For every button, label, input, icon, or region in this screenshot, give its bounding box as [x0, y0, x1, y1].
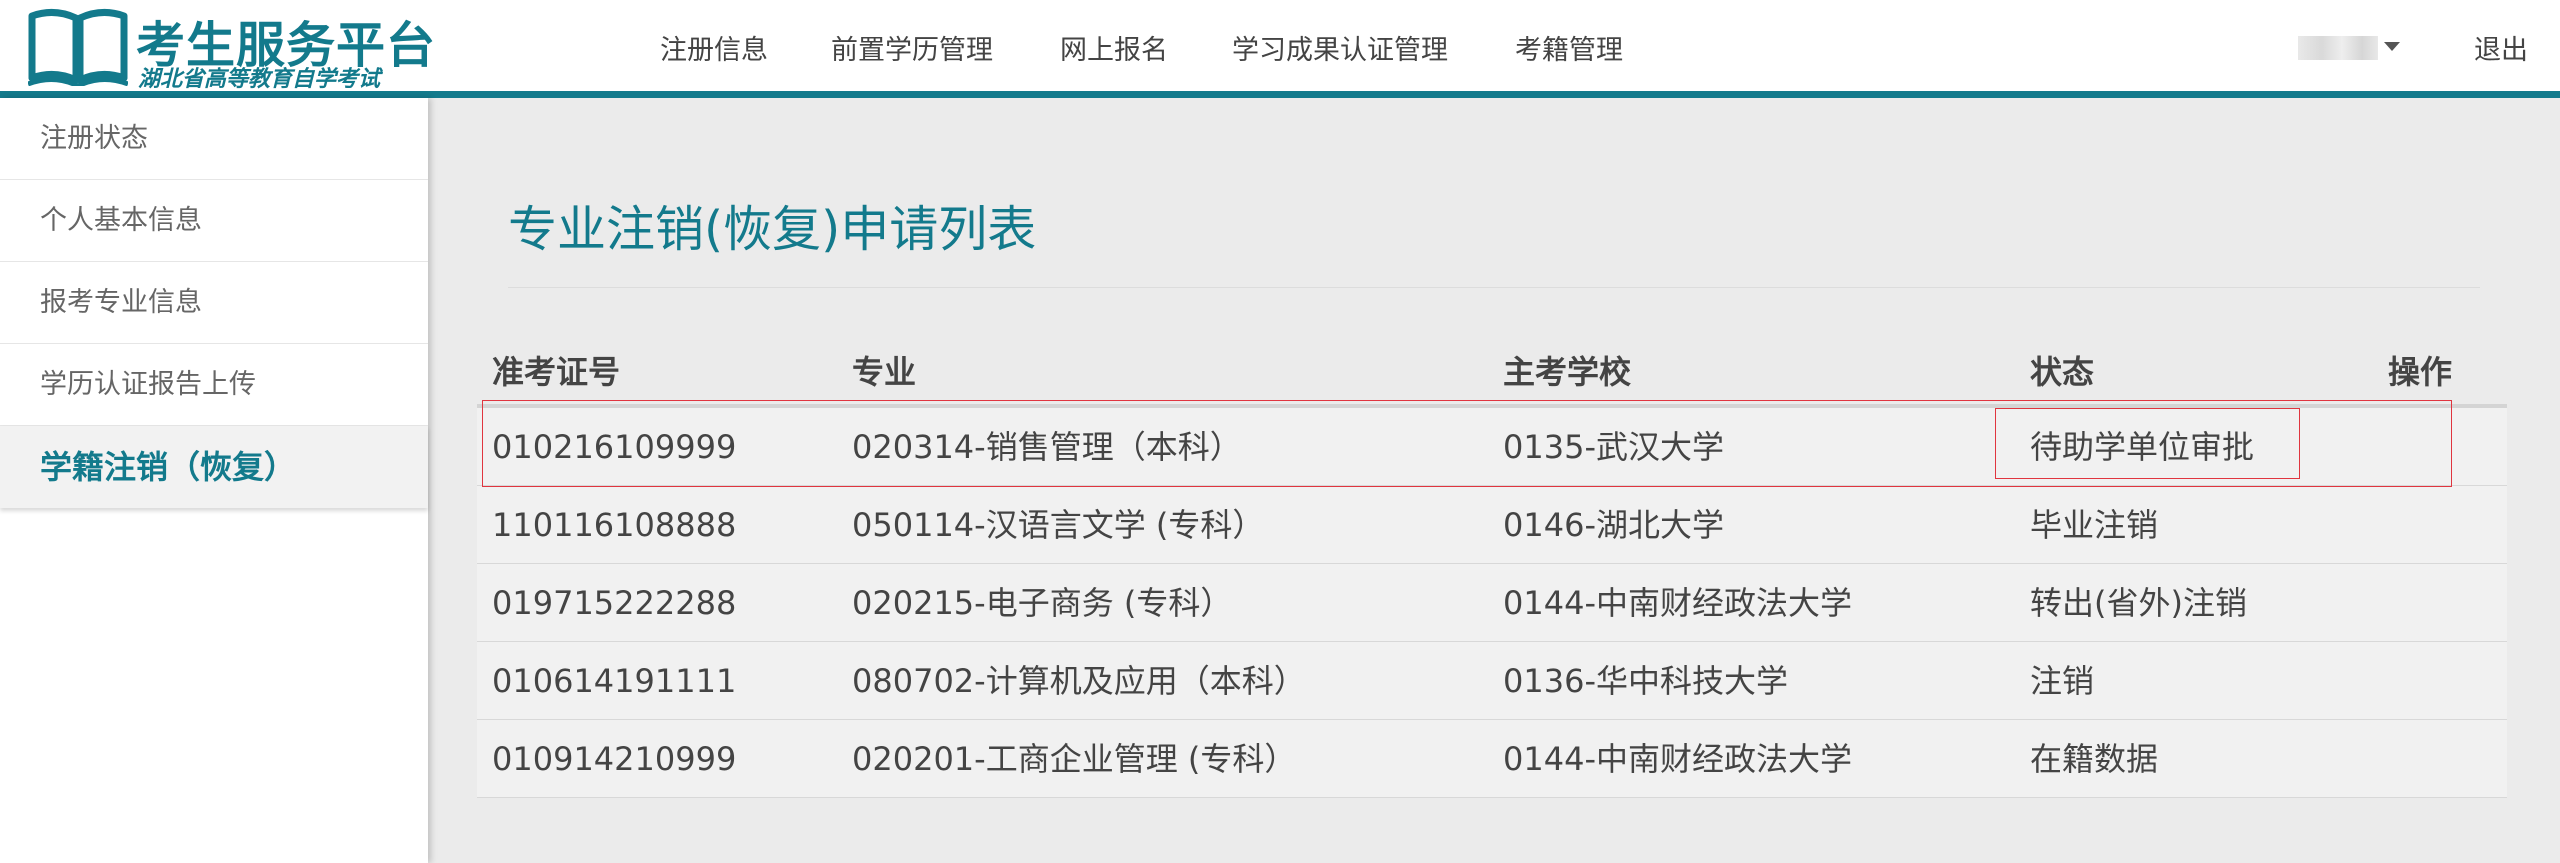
open-book-icon	[28, 9, 128, 86]
chevron-down-icon	[2384, 42, 2400, 51]
cell-major: 080702-计算机及应用（本科）	[852, 662, 1306, 700]
cell-status: 注销	[2030, 662, 2095, 700]
cell-school: 0146-湖北大学	[1503, 506, 1724, 544]
cell-status: 在籍数据	[2030, 740, 2159, 778]
cell-school: 0144-中南财经政法大学	[1503, 584, 1852, 622]
cell-major: 020201-工商企业管理 (专科）	[852, 740, 1297, 778]
table-row[interactable]: 010216109999 020314-销售管理（本科） 0135-武汉大学 待…	[477, 408, 2507, 486]
sidebar-item-personal-info[interactable]: 个人基本信息	[0, 180, 428, 262]
cell-major: 020314-销售管理（本科）	[852, 428, 1242, 466]
cell-status: 毕业注销	[2030, 506, 2159, 544]
sidebar-item-record-cancellation[interactable]: 学籍注销（恢复）	[0, 426, 428, 508]
nav-student-record[interactable]: 考籍管理	[1515, 28, 1623, 67]
cell-school: 0144-中南财经政法大学	[1503, 740, 1852, 778]
cell-school: 0135-武汉大学	[1503, 428, 1724, 466]
cell-ticket: 019715222288	[492, 584, 737, 622]
table-row[interactable]: 019715222288 020215-电子商务 (专科） 0144-中南财经政…	[477, 564, 2507, 642]
cell-major: 050114-汉语言文学 (专科）	[852, 506, 1265, 544]
cell-ticket: 010914210999	[492, 740, 737, 778]
top-header: 考生服务平台 湖北省高等教育自学考试 注册信息 前置学历管理 网上报名 学习成果…	[0, 0, 2560, 98]
page-title: 专业注销(恢复)申请列表	[508, 201, 1037, 258]
cell-school: 0136-华中科技大学	[1503, 662, 1788, 700]
table-row[interactable]: 110116108888 050114-汉语言文学 (专科） 0146-湖北大学…	[477, 486, 2507, 564]
logout-link[interactable]: 退出	[2474, 28, 2528, 67]
nav-registration-info[interactable]: 注册信息	[660, 28, 768, 67]
cell-major: 020215-电子商务 (专科）	[852, 584, 1233, 622]
column-header-school: 主考学校	[1503, 353, 1632, 391]
sidebar-item-registration-status[interactable]: 注册状态	[0, 98, 428, 180]
sidebar-item-degree-report-upload[interactable]: 学历认证报告上传	[0, 344, 428, 426]
table-row[interactable]: 010614191111 080702-计算机及应用（本科） 0136-华中科技…	[477, 642, 2507, 720]
logo-subtitle: 湖北省高等教育自学考试	[138, 67, 381, 92]
cell-ticket: 010216109999	[492, 428, 737, 466]
column-header-major: 专业	[852, 353, 917, 391]
table-row[interactable]: 010914210999 020201-工商企业管理 (专科） 0144-中南财…	[477, 720, 2507, 798]
column-header-ticket: 准考证号	[492, 353, 621, 391]
sidebar: 注册状态 个人基本信息 报考专业信息 学历认证报告上传 学籍注销（恢复）	[0, 98, 428, 863]
username-blurred	[2298, 36, 2378, 60]
nav-learning-achievement[interactable]: 学习成果认证管理	[1232, 28, 1448, 67]
logo[interactable]: 考生服务平台 湖北省高等教育自学考试	[28, 6, 435, 92]
nav-prior-education[interactable]: 前置学历管理	[831, 28, 993, 67]
cell-status: 转出(省外)注销	[2030, 584, 2247, 622]
cell-ticket: 010614191111	[492, 662, 737, 700]
sidebar-item-major-info[interactable]: 报考专业信息	[0, 262, 428, 344]
column-header-action: 操作	[2388, 353, 2453, 391]
cell-ticket: 110116108888	[492, 506, 737, 544]
title-divider	[508, 287, 2480, 288]
column-header-status: 状态	[2030, 353, 2095, 391]
nav-online-signup[interactable]: 网上报名	[1060, 28, 1168, 67]
cell-status: 待助学单位审批	[2030, 428, 2255, 466]
